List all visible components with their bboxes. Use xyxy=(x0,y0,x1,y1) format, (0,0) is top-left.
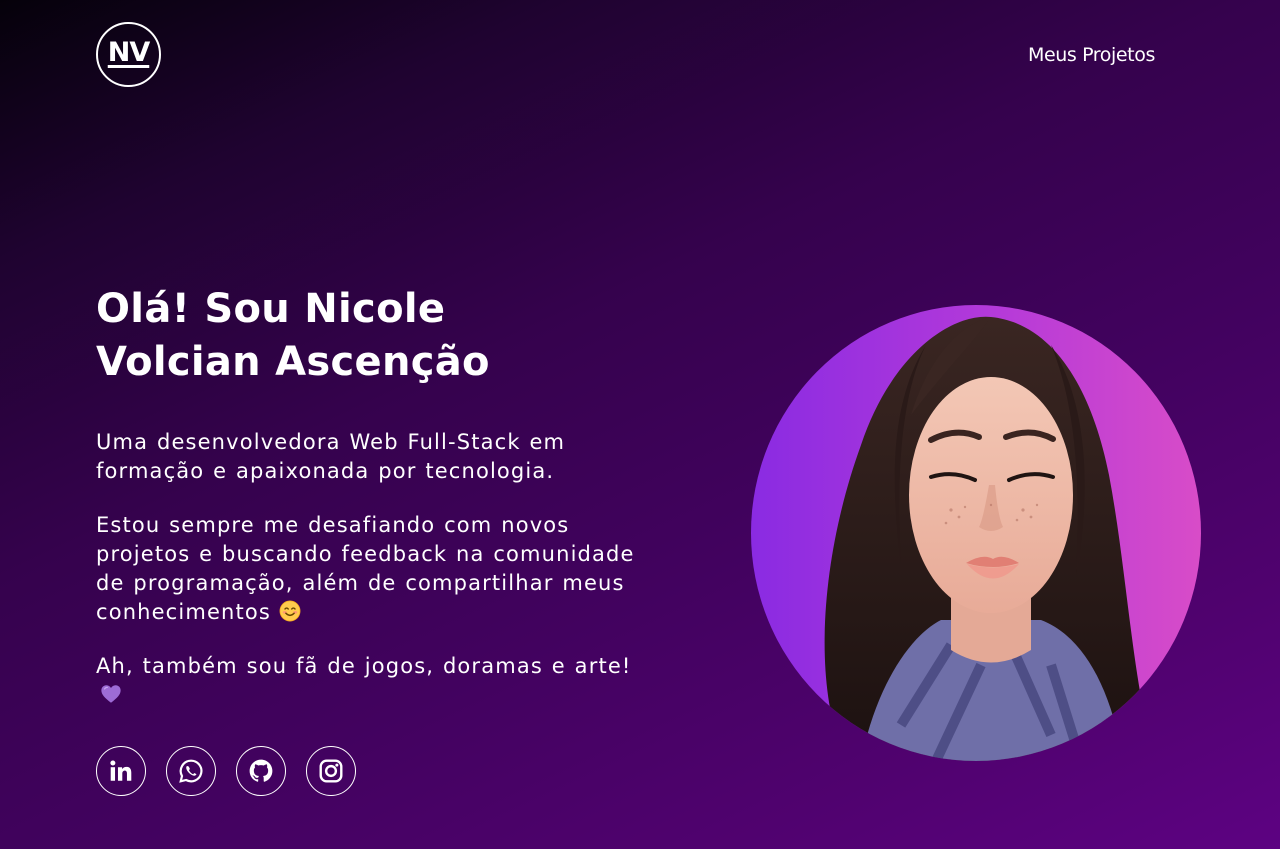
logo-text: NV xyxy=(107,37,150,68)
about-paragraph: Estou sempre me desafiando com novos pro… xyxy=(96,511,656,627)
hero-content: Olá! Sou Nicole Volcian Ascenção Uma des… xyxy=(96,283,656,796)
page-title: Olá! Sou Nicole Volcian Ascenção xyxy=(96,283,656,389)
logo[interactable]: NV xyxy=(96,22,161,87)
hobbies-text: Ah, também sou fã de jogos, doramas e ar… xyxy=(96,654,632,678)
title-line-2: Volcian Ascenção xyxy=(96,339,490,385)
linkedin-icon xyxy=(110,760,132,781)
profile-photo-illustration xyxy=(824,316,1151,761)
profile-photo xyxy=(751,305,1201,761)
social-links xyxy=(96,746,656,796)
nav-link-projects[interactable]: Meus Projetos xyxy=(1028,44,1155,66)
github-icon xyxy=(249,759,273,782)
intro-paragraph: Uma desenvolvedora Web Full-Stack em for… xyxy=(96,428,656,486)
title-line-1: Olá! Sou Nicole xyxy=(96,286,446,332)
purple-heart-emoji xyxy=(101,685,121,703)
linkedin-link[interactable] xyxy=(96,746,146,796)
instagram-icon xyxy=(319,759,343,783)
smiling-face-emoji xyxy=(279,600,301,622)
whatsapp-link[interactable] xyxy=(166,746,216,796)
about-text: Estou sempre me desafiando com novos pro… xyxy=(96,513,635,624)
instagram-link[interactable] xyxy=(306,746,356,796)
hobbies-paragraph: Ah, também sou fã de jogos, doramas e ar… xyxy=(96,652,656,710)
github-link[interactable] xyxy=(236,746,286,796)
intro-text: Uma desenvolvedora Web Full-Stack em for… xyxy=(96,430,566,483)
whatsapp-icon xyxy=(179,759,203,783)
